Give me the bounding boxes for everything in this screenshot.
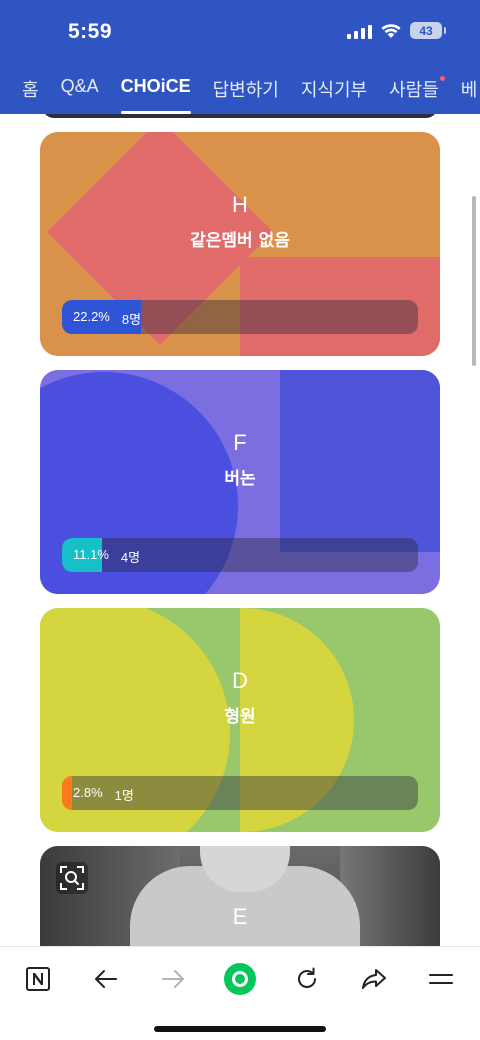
tab-people[interactable]: 사람들: [389, 76, 445, 114]
forward-arrow-icon: [162, 970, 184, 988]
choice-name: 형원: [224, 707, 256, 727]
choice-list: H 같은멤버 없음 22.2% 8명 F 버논 11.1% 4명 D 형원 2.…: [0, 114, 480, 946]
vote-count: 8명: [121, 312, 142, 327]
tab-answer[interactable]: 답변하기: [213, 76, 279, 114]
green-dot-home-icon: [224, 963, 256, 995]
choice-letter: D: [232, 668, 248, 693]
choice-letter: H: [232, 192, 248, 217]
browser-toolbar: [0, 946, 480, 1040]
choice-card-f[interactable]: F 버논 11.1% 4명: [40, 370, 440, 594]
naver-n-icon: [26, 967, 50, 991]
forward-button[interactable]: [153, 959, 193, 999]
vote-percent: 11.1%: [73, 547, 109, 562]
previous-card-edge: [42, 114, 438, 118]
choice-card-e[interactable]: E: [40, 846, 440, 946]
tab-label: CHOiCE: [120, 76, 191, 96]
vote-stats: 22.2% 8명: [73, 309, 141, 328]
scrollbar[interactable]: [472, 196, 476, 366]
vote-stats: 2.8% 1명: [73, 785, 134, 804]
battery-icon: 43: [410, 22, 446, 39]
tab-home[interactable]: 홈: [22, 76, 39, 114]
new-badge-dot: [439, 76, 445, 81]
tab-label: 홈: [22, 80, 39, 100]
menu-button[interactable]: [421, 959, 461, 999]
vote-progress-bar: 11.1% 4명: [62, 538, 418, 572]
tab-label: 베: [460, 80, 478, 100]
zoom-image-button[interactable]: [56, 862, 88, 894]
battery-level: 43: [419, 23, 433, 38]
vote-percent: 22.2%: [73, 309, 110, 324]
decor-rect: [280, 370, 440, 552]
tab-choice[interactable]: CHOiCE: [120, 76, 191, 114]
refresh-button[interactable]: [287, 959, 327, 999]
vote-progress-fill: [62, 776, 72, 810]
tab-more[interactable]: 베: [461, 76, 478, 114]
vote-percent: 2.8%: [73, 785, 103, 800]
vote-count: 1명: [114, 788, 134, 803]
share-button[interactable]: [354, 959, 394, 999]
choice-card-h[interactable]: H 같은멤버 없음 22.2% 8명: [40, 132, 440, 356]
choice-name: 버논: [224, 469, 256, 489]
choice-letter: F: [233, 430, 247, 455]
home-indicator: [154, 1026, 326, 1032]
status-time: 5:59: [68, 20, 113, 43]
app-header: 5:59 43 홈 Q&A CHOiCE 답변하기 지식기부 사람들 베: [0, 0, 480, 114]
back-arrow-icon: [95, 970, 117, 988]
choice-card-d[interactable]: D 형원 2.8% 1명: [40, 608, 440, 832]
naver-home-button[interactable]: [18, 959, 58, 999]
category-tabs: 홈 Q&A CHOiCE 답변하기 지식기부 사람들 베: [22, 76, 477, 114]
choice-letter: E: [232, 904, 248, 929]
tab-label: 답변하기: [212, 80, 279, 100]
tab-label: 사람들: [389, 80, 439, 100]
signal-icon: [347, 23, 372, 39]
choice-name: 같은멤버 없음: [190, 231, 290, 251]
vote-stats: 11.1% 4명: [73, 547, 140, 566]
refresh-icon: [298, 967, 316, 988]
tab-label: Q&A: [60, 76, 99, 96]
menu-icon: [429, 974, 453, 984]
vote-progress-bar: 2.8% 1명: [62, 776, 418, 810]
wifi-icon: [381, 23, 401, 38]
green-dot-button[interactable]: [220, 959, 260, 999]
tab-knowledge-donation[interactable]: 지식기부: [301, 76, 367, 114]
tab-label: 지식기부: [300, 80, 368, 100]
share-icon: [362, 969, 386, 989]
tab-qna[interactable]: Q&A: [61, 76, 99, 114]
vote-progress-bar: 22.2% 8명: [62, 300, 418, 334]
status-icons: 43: [347, 22, 446, 39]
vote-count: 4명: [120, 550, 141, 565]
zoom-search-icon: [60, 866, 84, 890]
back-button[interactable]: [86, 959, 126, 999]
